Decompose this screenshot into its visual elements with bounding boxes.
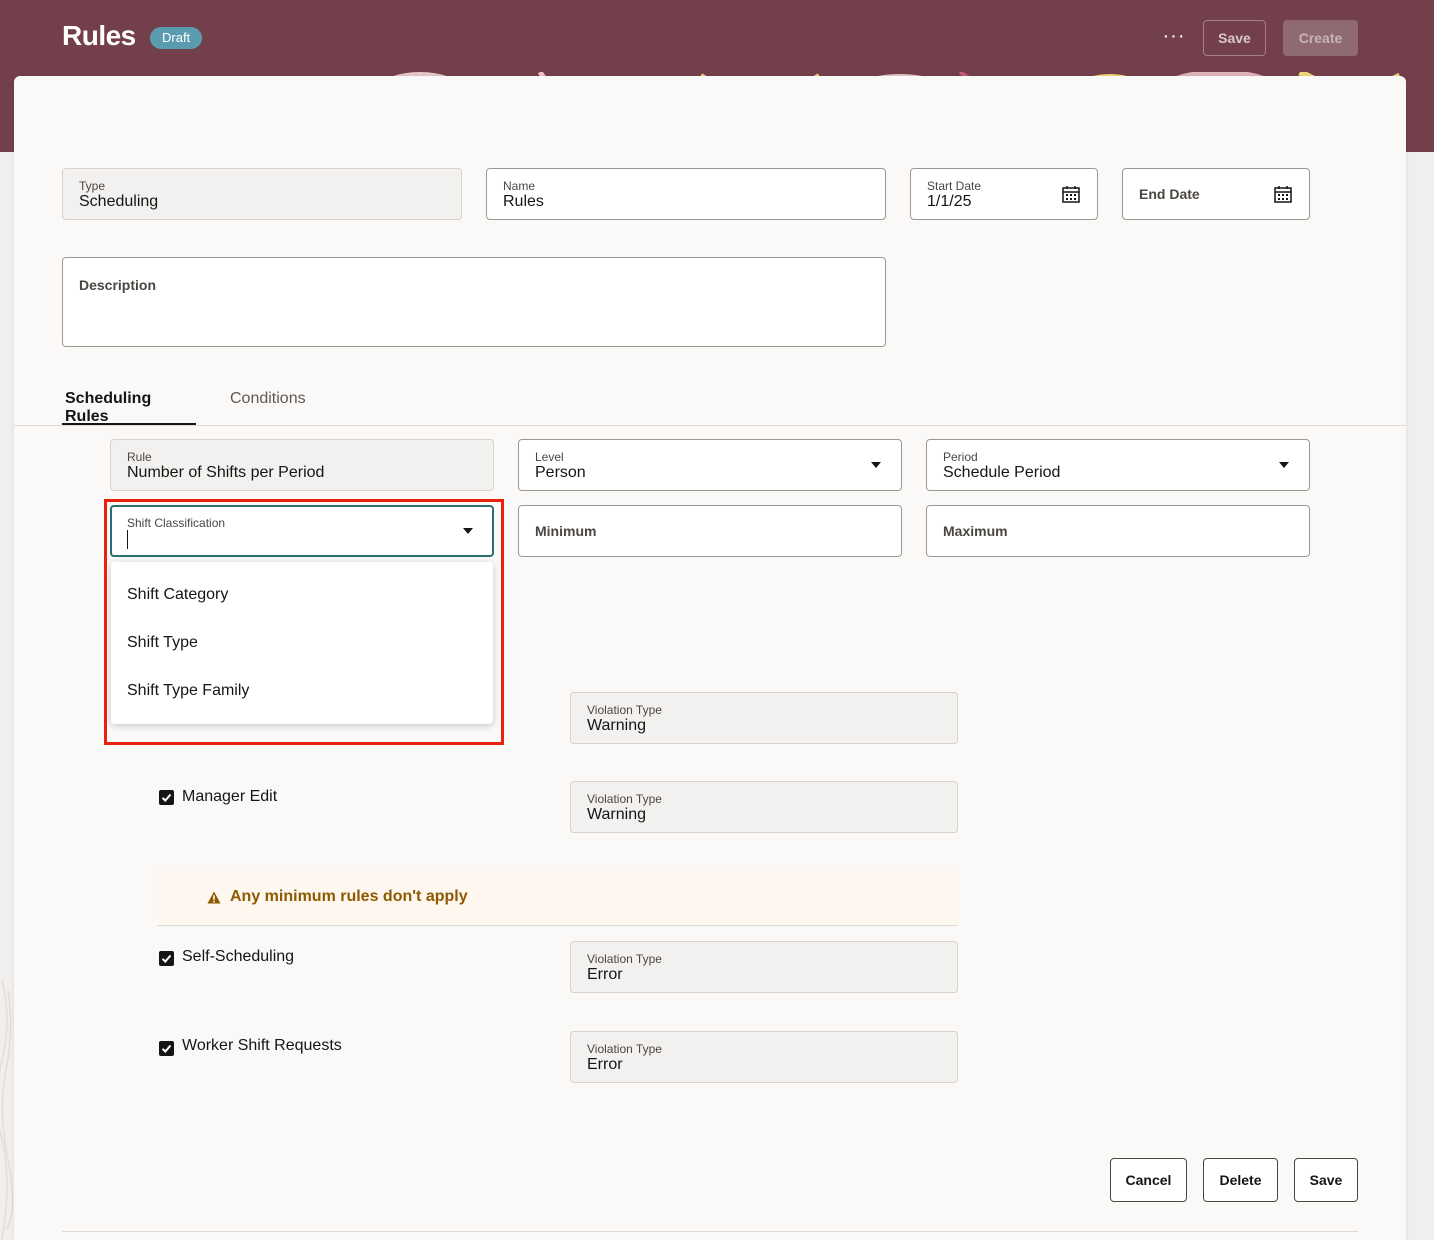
violation-type-value: Error xyxy=(587,1056,623,1073)
name-value: Rules xyxy=(503,193,544,210)
checkmark-icon xyxy=(161,793,172,802)
violation-type-value: Error xyxy=(587,966,623,983)
violation-type-field: Violation Type Error xyxy=(570,941,958,993)
calendar-icon[interactable] xyxy=(1062,185,1080,203)
more-actions-button[interactable]: ··· xyxy=(1156,22,1192,54)
tab-scheduling-rules[interactable]: Scheduling Rules xyxy=(62,390,196,426)
highlight-annotation xyxy=(104,499,504,745)
rule-label: Rule xyxy=(127,450,152,464)
start-date-label: Start Date xyxy=(927,179,982,193)
violation-type-value: Warning xyxy=(587,806,646,823)
self-scheduling-checkbox[interactable] xyxy=(159,951,174,966)
type-value: Scheduling xyxy=(79,193,159,210)
manager-edit-checkbox[interactable] xyxy=(159,790,174,805)
header-save-button[interactable]: Save xyxy=(1203,20,1266,56)
period-select[interactable]: Period Schedule Period xyxy=(926,439,1310,491)
warning-text: Any minimum rules don't apply xyxy=(230,888,468,905)
tabs-divider xyxy=(14,425,1406,426)
violation-type-label: Violation Type xyxy=(587,952,662,966)
level-label: Level xyxy=(535,450,564,464)
maximum-input[interactable]: Maximum xyxy=(926,505,1310,557)
rule-value: Number of Shifts per Period xyxy=(127,464,325,481)
violation-type-label: Violation Type xyxy=(587,1042,662,1056)
description-placeholder: Description xyxy=(79,277,157,293)
violation-type-label: Violation Type xyxy=(587,792,662,806)
end-date-input[interactable]: End Date xyxy=(1122,168,1310,220)
self-scheduling-label: Self-Scheduling xyxy=(182,948,295,965)
ellipsis-icon: ··· xyxy=(1162,25,1186,47)
warning-triangle-icon xyxy=(207,891,221,904)
minimum-placeholder: Minimum xyxy=(535,523,597,539)
violation-type-field: Violation Type Warning xyxy=(570,781,958,833)
side-decorative-pattern xyxy=(0,980,14,1240)
bottom-divider xyxy=(62,1231,1358,1232)
period-value: Schedule Period xyxy=(943,464,1061,481)
violation-type-field: Violation Type Error xyxy=(570,1031,958,1083)
period-label: Period xyxy=(943,450,978,464)
description-textarea[interactable]: Description xyxy=(62,257,886,347)
calendar-icon[interactable] xyxy=(1274,185,1292,203)
save-button[interactable]: Save xyxy=(1294,1158,1358,1202)
type-label: Type xyxy=(79,179,106,193)
cancel-button[interactable]: Cancel xyxy=(1110,1158,1187,1202)
worker-shift-requests-label: Worker Shift Requests xyxy=(182,1037,342,1054)
chevron-down-icon[interactable] xyxy=(1279,462,1289,468)
minimum-input[interactable]: Minimum xyxy=(518,505,902,557)
violation-type-value: Warning xyxy=(587,717,646,734)
tab-conditions[interactable]: Conditions xyxy=(230,390,306,408)
violation-type-label: Violation Type xyxy=(587,703,662,717)
status-badge: Draft xyxy=(150,27,203,49)
header-create-button[interactable]: Create xyxy=(1283,20,1358,56)
level-select[interactable]: Level Person xyxy=(518,439,902,491)
violation-type-field: Violation Type Warning xyxy=(570,692,958,744)
worker-shift-requests-checkbox[interactable] xyxy=(159,1041,174,1056)
start-date-value: 1/1/25 xyxy=(927,193,972,210)
start-date-input[interactable]: Start Date 1/1/25 xyxy=(910,168,1098,220)
page-title: Rules xyxy=(62,20,136,51)
end-date-placeholder: End Date xyxy=(1139,186,1200,202)
checkmark-icon xyxy=(161,954,172,963)
delete-button[interactable]: Delete xyxy=(1203,1158,1278,1202)
warning-banner: Any minimum rules don't apply xyxy=(157,871,958,926)
manager-edit-label: Manager Edit xyxy=(182,788,278,805)
checkmark-icon xyxy=(161,1044,172,1053)
rule-field: Rule Number of Shifts per Period xyxy=(110,439,494,491)
name-label: Name xyxy=(503,179,536,193)
name-input[interactable]: Name Rules xyxy=(486,168,886,220)
type-field: Type Scheduling xyxy=(62,168,462,220)
level-value: Person xyxy=(535,464,586,481)
chevron-down-icon[interactable] xyxy=(871,462,881,468)
maximum-placeholder: Maximum xyxy=(943,523,1008,539)
